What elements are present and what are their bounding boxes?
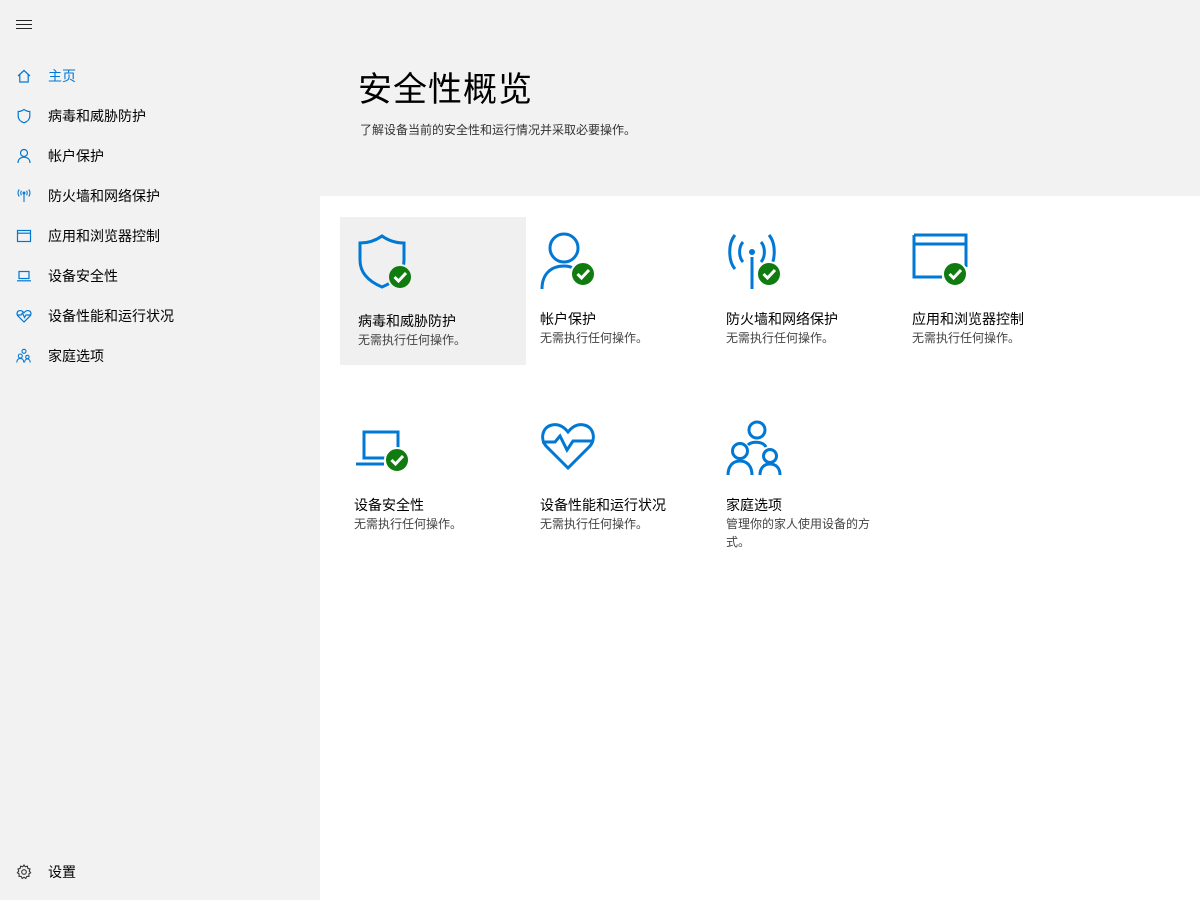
- tile-device-health[interactable]: 设备性能和运行状况 无需执行任何操作。: [526, 403, 712, 551]
- sidebar-item-account-protection[interactable]: 帐户保护: [0, 136, 320, 176]
- tile-status: 无需执行任何操作。: [354, 517, 463, 531]
- sidebar-item-label: 应用和浏览器控制: [48, 229, 160, 245]
- hamburger-icon[interactable]: [16, 16, 32, 30]
- sidebar-item-firewall[interactable]: 防火墙和网络保护: [0, 176, 320, 216]
- home-icon: [17, 69, 31, 83]
- sidebar-item-family[interactable]: 家庭选项: [0, 336, 320, 376]
- tile-title: 设备安全性: [354, 498, 424, 514]
- tile-status: 无需执行任何操作。: [540, 331, 649, 345]
- tile-status: 无需执行任何操作。: [912, 331, 1021, 345]
- tile-virus-protection[interactable]: 病毒和威胁防护 无需执行任何操作。: [340, 217, 526, 365]
- family-icon: [16, 348, 31, 363]
- tile-firewall[interactable]: 防火墙和网络保护 无需执行任何操作。: [712, 217, 898, 365]
- laptop-icon: [17, 270, 31, 282]
- sidebar-item-home[interactable]: 主页: [0, 56, 320, 96]
- gear-icon: [16, 864, 32, 880]
- shield-check-icon: [358, 234, 413, 290]
- tile-account-protection[interactable]: 帐户保护 无需执行任何操作。: [526, 217, 712, 365]
- antenna-icon: [17, 189, 31, 202]
- person-icon: [17, 148, 31, 164]
- family-icon: [726, 420, 782, 476]
- sidebar-item-virus-protection[interactable]: 病毒和威胁防护: [0, 96, 320, 136]
- shield-icon: [17, 108, 31, 124]
- sidebar-item-device-security[interactable]: 设备安全性: [0, 256, 320, 296]
- tile-device-security[interactable]: 设备安全性 无需执行任何操作。: [340, 403, 526, 551]
- person-check-icon: [540, 232, 596, 290]
- sidebar-item-label: 设置: [48, 865, 76, 881]
- tile-title: 设备性能和运行状况: [540, 498, 666, 514]
- tile-title: 帐户保护: [540, 312, 596, 328]
- sidebar-item-settings[interactable]: 设置: [0, 852, 320, 892]
- tile-title: 病毒和威胁防护: [358, 314, 456, 330]
- sidebar-item-label: 主页: [48, 69, 76, 85]
- laptop-check-icon: [356, 430, 410, 473]
- tile-title: 家庭选项: [726, 498, 782, 514]
- tile-status: 管理你的家人使用设备的方式。: [726, 517, 871, 549]
- heart-pulse-icon: [541, 423, 595, 471]
- page-subtitle: 了解设备当前的安全性和运行情况并采取必要操作。: [360, 123, 637, 137]
- tile-title: 应用和浏览器控制: [912, 312, 1024, 328]
- page-header: 安全性概览 了解设备当前的安全性和运行情况并采取必要操作。: [320, 0, 1200, 196]
- heart-pulse-icon: [16, 309, 32, 323]
- sidebar-item-label: 病毒和威胁防护: [48, 109, 146, 125]
- sidebar-item-device-health[interactable]: 设备性能和运行状况: [0, 296, 320, 336]
- sidebar-item-label: 帐户保护: [48, 149, 104, 165]
- sidebar-item-label: 设备性能和运行状况: [48, 309, 174, 325]
- tile-family[interactable]: 家庭选项 管理你的家人使用设备的方式。: [712, 403, 898, 551]
- tile-status: 无需执行任何操作。: [358, 333, 467, 347]
- tile-title: 防火墙和网络保护: [726, 312, 838, 328]
- browser-check-icon: [912, 233, 968, 287]
- sidebar: 主页 病毒和威胁防护 帐户保护 防火墙和网络保护 应用和浏览器控制 设备安全性: [0, 0, 320, 900]
- sidebar-item-app-browser[interactable]: 应用和浏览器控制: [0, 216, 320, 256]
- tile-status: 无需执行任何操作。: [540, 517, 649, 531]
- sidebar-item-label: 家庭选项: [48, 349, 104, 365]
- sidebar-item-label: 设备安全性: [48, 269, 118, 285]
- sidebar-item-label: 防火墙和网络保护: [48, 189, 160, 205]
- tile-app-browser[interactable]: 应用和浏览器控制 无需执行任何操作。: [898, 217, 1084, 365]
- browser-window-icon: [16, 229, 32, 243]
- tile-status: 无需执行任何操作。: [726, 331, 835, 345]
- antenna-check-icon: [728, 234, 782, 289]
- page-title: 安全性概览: [358, 70, 533, 110]
